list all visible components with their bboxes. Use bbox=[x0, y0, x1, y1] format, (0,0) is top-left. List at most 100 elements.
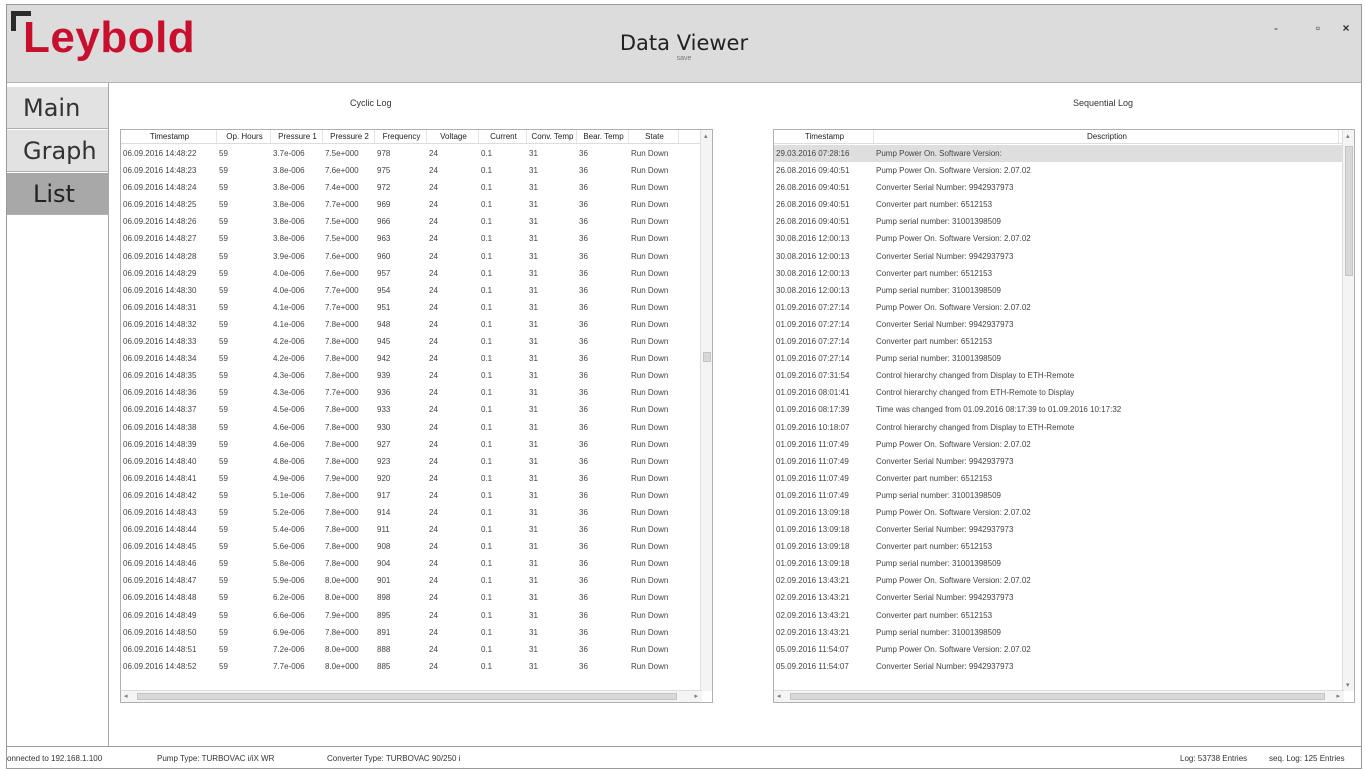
cyclic-log-row[interactable]: 06.09.2016 14:48:48 59 6.2e-006 8.0e+000 898… bbox=[121, 589, 712, 606]
close-button[interactable]: × bbox=[1337, 21, 1355, 35]
cyclic-log-column-header[interactable]: Conv. Temp bbox=[527, 130, 577, 143]
cyclic-log-column-header[interactable]: Current bbox=[479, 130, 527, 143]
cyclic-log-row[interactable]: 06.09.2016 14:48:23 59 3.8e-006 7.6e+000 975… bbox=[121, 162, 712, 179]
sequential-log-row[interactable]: 01.09.2016 11:07:49 Converter Serial Numb… bbox=[774, 453, 1354, 470]
sequential-log-hscroll[interactable]: ◂ ▸ bbox=[774, 690, 1344, 702]
sequential-log-row[interactable]: 01.09.2016 08:01:41 Control hierarchy cha… bbox=[774, 384, 1354, 401]
cyclic-log-row[interactable]: 06.09.2016 14:48:32 59 4.1e-006 7.8e+000 948… bbox=[121, 316, 712, 333]
scroll-right-arrow-icon[interactable]: ▸ bbox=[694, 692, 698, 700]
cyclic-log-row[interactable]: 06.09.2016 14:48:33 59 4.2e-006 7.8e+000 945… bbox=[121, 333, 712, 350]
cyclic-log-column-header[interactable]: Frequency bbox=[375, 130, 427, 143]
sequential-log-row[interactable]: 01.09.2016 07:27:14 Converter part number… bbox=[774, 333, 1354, 350]
maximize-button[interactable]: ▫ bbox=[1309, 21, 1327, 35]
sequential-log-row[interactable]: 30.08.2016 12:00:13 Pump serial number: 3… bbox=[774, 282, 1354, 299]
cyclic-log-table[interactable]: Timestamp Op. Hours Pressure 1 Pressure 2 Fr… bbox=[120, 129, 713, 703]
sequential-log-column-header[interactable]: Description bbox=[874, 130, 1339, 143]
cyclic-log-row[interactable]: 06.09.2016 14:48:47 59 5.9e-006 8.0e+000 901… bbox=[121, 572, 712, 589]
cyclic-log-row[interactable]: 06.09.2016 14:48:35 59 4.3e-006 7.8e+000 939… bbox=[121, 367, 712, 384]
nav-list[interactable]: List bbox=[7, 173, 108, 215]
sequential-log-row[interactable]: 30.08.2016 12:00:13 Converter Serial Numb… bbox=[774, 248, 1354, 265]
cyclic-log-row[interactable]: 06.09.2016 14:48:39 59 4.6e-006 7.8e+000 927… bbox=[121, 436, 712, 453]
sequential-log-row[interactable]: 30.08.2016 12:00:13 Pump Power On. Softwa… bbox=[774, 230, 1354, 247]
cyclic-log-row[interactable]: 06.09.2016 14:48:37 59 4.5e-006 7.8e+000 933… bbox=[121, 401, 712, 418]
cyclic-log-row[interactable]: 06.09.2016 14:48:50 59 6.9e-006 7.8e+000 891… bbox=[121, 624, 712, 641]
cyclic-log-column-header[interactable]: Pressure 1 bbox=[271, 130, 323, 143]
cyclic-log-row[interactable]: 06.09.2016 14:48:38 59 4.6e-006 7.8e+000 930… bbox=[121, 419, 712, 436]
sequential-hscroll-thumb[interactable] bbox=[790, 693, 1325, 700]
cyclic-vscroll-thumb[interactable] bbox=[703, 352, 711, 362]
sequential-log-row[interactable]: 01.09.2016 10:18:07 Control hierarchy cha… bbox=[774, 419, 1354, 436]
cyclic-log-row[interactable]: 06.09.2016 14:48:36 59 4.3e-006 7.7e+000 936… bbox=[121, 384, 712, 401]
cyclic-log-hscroll[interactable]: ◂ ▸ bbox=[121, 690, 702, 702]
sequential-log-row[interactable]: 30.08.2016 12:00:13 Converter part number… bbox=[774, 265, 1354, 282]
cyclic-log-cell: 59 bbox=[219, 576, 228, 586]
cyclic-log-cell: 975 bbox=[377, 166, 391, 176]
cyclic-log-row[interactable]: 06.09.2016 14:48:26 59 3.8e-006 7.5e+000 966… bbox=[121, 213, 712, 230]
cyclic-log-row[interactable]: 06.09.2016 14:48:34 59 4.2e-006 7.8e+000 942… bbox=[121, 350, 712, 367]
sequential-log-row[interactable]: 05.09.2016 11:54:07 Converter Serial Numb… bbox=[774, 658, 1354, 675]
sequential-log-row[interactable]: 05.09.2016 11:54:07 Pump Power On. Softwa… bbox=[774, 641, 1354, 658]
sequential-log-column-header[interactable]: Timestamp bbox=[774, 130, 874, 143]
cyclic-log-column-header[interactable]: Bear. Temp bbox=[577, 130, 629, 143]
sequential-log-vscroll[interactable]: ▴ ▾ bbox=[1342, 130, 1354, 691]
cyclic-log-vscroll[interactable]: ▴ bbox=[700, 130, 712, 691]
cyclic-log-row[interactable]: 06.09.2016 14:48:42 59 5.1e-006 7.8e+000 917… bbox=[121, 487, 712, 504]
cyclic-log-column-header[interactable]: Timestamp bbox=[121, 130, 217, 143]
cyclic-log-column-header[interactable]: State bbox=[629, 130, 679, 143]
sequential-log-row[interactable]: 01.09.2016 11:07:49 Converter part number… bbox=[774, 470, 1354, 487]
sequential-log-row[interactable]: 01.09.2016 07:27:14 Pump serial number: 3… bbox=[774, 350, 1354, 367]
sequential-log-row[interactable]: 29.03.2016 07:28:16 Pump Power On. Softwa… bbox=[774, 145, 1354, 163]
cyclic-log-row[interactable]: 06.09.2016 14:48:46 59 5.8e-006 7.8e+000 904… bbox=[121, 555, 712, 572]
sequential-log-row[interactable]: 01.09.2016 13:09:18 Pump serial number: 3… bbox=[774, 555, 1354, 572]
sequential-log-row[interactable]: 02.09.2016 13:43:21 Converter Serial Numb… bbox=[774, 589, 1354, 606]
cyclic-log-row[interactable]: 06.09.2016 14:48:22 59 3.7e-006 7.5e+000 978… bbox=[121, 145, 712, 162]
cyclic-log-row[interactable]: 06.09.2016 14:48:40 59 4.8e-006 7.8e+000 923… bbox=[121, 453, 712, 470]
cyclic-log-row[interactable]: 06.09.2016 14:48:51 59 7.2e-006 8.0e+000 888… bbox=[121, 641, 712, 658]
sequential-log-row[interactable]: 01.09.2016 07:27:14 Converter Serial Numb… bbox=[774, 316, 1354, 333]
scroll-left-arrow-icon[interactable]: ◂ bbox=[124, 692, 128, 700]
cyclic-log-row[interactable]: 06.09.2016 14:48:45 59 5.6e-006 7.8e+000 908… bbox=[121, 538, 712, 555]
scroll-right-arrow-icon[interactable]: ▸ bbox=[1336, 692, 1340, 700]
cyclic-log-row[interactable]: 06.09.2016 14:48:24 59 3.8e-006 7.4e+000 972… bbox=[121, 179, 712, 196]
sequential-log-row[interactable]: 26.08.2016 09:40:51 Converter Serial Numb… bbox=[774, 179, 1354, 196]
sequential-log-row[interactable]: 01.09.2016 13:09:18 Converter part number… bbox=[774, 538, 1354, 555]
cyclic-log-row[interactable]: 06.09.2016 14:48:49 59 6.6e-006 7.9e+000 895… bbox=[121, 607, 712, 624]
cyclic-log-row[interactable]: 06.09.2016 14:48:31 59 4.1e-006 7.7e+000 951… bbox=[121, 299, 712, 316]
sequential-log-row[interactable]: 01.09.2016 13:09:18 Pump Power On. Softwa… bbox=[774, 504, 1354, 521]
sequential-log-row[interactable]: 01.09.2016 11:07:49 Pump serial number: 3… bbox=[774, 487, 1354, 504]
sequential-log-row[interactable]: 02.09.2016 13:43:21 Pump serial number: 3… bbox=[774, 624, 1354, 641]
cyclic-log-row[interactable]: 06.09.2016 14:48:27 59 3.8e-006 7.5e+000 963… bbox=[121, 230, 712, 247]
cyclic-log-row[interactable]: 06.09.2016 14:48:30 59 4.0e-006 7.7e+000 954… bbox=[121, 282, 712, 299]
cyclic-log-row[interactable]: 06.09.2016 14:48:44 59 5.4e-006 7.8e+000 911… bbox=[121, 521, 712, 538]
minimize-button[interactable]: - bbox=[1267, 21, 1285, 35]
scroll-left-arrow-icon[interactable]: ◂ bbox=[777, 692, 781, 700]
cyclic-log-column-header[interactable]: Voltage bbox=[427, 130, 479, 143]
sequential-log-row[interactable]: 26.08.2016 09:40:51 Converter part number… bbox=[774, 196, 1354, 213]
scroll-up-arrow-icon[interactable]: ▴ bbox=[1346, 132, 1350, 140]
sequential-log-row[interactable]: 26.08.2016 09:40:51 Pump Power On. Softwa… bbox=[774, 162, 1354, 179]
sequential-log-row[interactable]: 01.09.2016 07:31:54 Control hierarchy cha… bbox=[774, 367, 1354, 384]
sequential-log-row[interactable]: 01.09.2016 11:07:49 Pump Power On. Softwa… bbox=[774, 436, 1354, 453]
cyclic-log-cell: 59 bbox=[219, 610, 228, 620]
cyclic-log-row[interactable]: 06.09.2016 14:48:25 59 3.8e-006 7.7e+000 969… bbox=[121, 196, 712, 213]
cyclic-log-row[interactable]: 06.09.2016 14:48:43 59 5.2e-006 7.8e+000 914… bbox=[121, 504, 712, 521]
cyclic-log-row[interactable]: 06.09.2016 14:48:52 59 7.7e-006 8.0e+000 885… bbox=[121, 658, 712, 675]
scroll-down-arrow-icon[interactable]: ▾ bbox=[1346, 681, 1350, 689]
sequential-log-row[interactable]: 26.08.2016 09:40:51 Pump serial number: 3… bbox=[774, 213, 1354, 230]
cyclic-hscroll-thumb[interactable] bbox=[137, 693, 677, 700]
sequential-log-row[interactable]: 01.09.2016 07:27:14 Pump Power On. Softwa… bbox=[774, 299, 1354, 316]
cyclic-log-column-header[interactable]: Op. Hours bbox=[217, 130, 271, 143]
scroll-up-arrow-icon[interactable]: ▴ bbox=[704, 132, 708, 140]
nav-main[interactable]: Main bbox=[7, 87, 108, 129]
cyclic-log-column-header[interactable]: Pressure 2 bbox=[323, 130, 375, 143]
sequential-log-row[interactable]: 01.09.2016 13:09:18 Converter Serial Numb… bbox=[774, 521, 1354, 538]
sequential-log-row[interactable]: 02.09.2016 13:43:21 Pump Power On. Softwa… bbox=[774, 572, 1354, 589]
sequential-log-row[interactable]: 01.09.2016 08:17:39 Time was changed from… bbox=[774, 401, 1354, 418]
cyclic-log-row[interactable]: 06.09.2016 14:48:29 59 4.0e-006 7.6e+000 957… bbox=[121, 265, 712, 282]
sequential-log-row[interactable]: 02.09.2016 13:43:21 Converter part number… bbox=[774, 607, 1354, 624]
sequential-vscroll-thumb[interactable] bbox=[1345, 146, 1353, 276]
cyclic-log-row[interactable]: 06.09.2016 14:48:41 59 4.9e-006 7.9e+000 920… bbox=[121, 470, 712, 487]
cyclic-log-row[interactable]: 06.09.2016 14:48:28 59 3.9e-006 7.6e+000 960… bbox=[121, 248, 712, 265]
sequential-log-table[interactable]: Timestamp Description 29.03.2016 07:28:16… bbox=[773, 129, 1355, 703]
nav-graph[interactable]: Graph bbox=[7, 130, 108, 172]
